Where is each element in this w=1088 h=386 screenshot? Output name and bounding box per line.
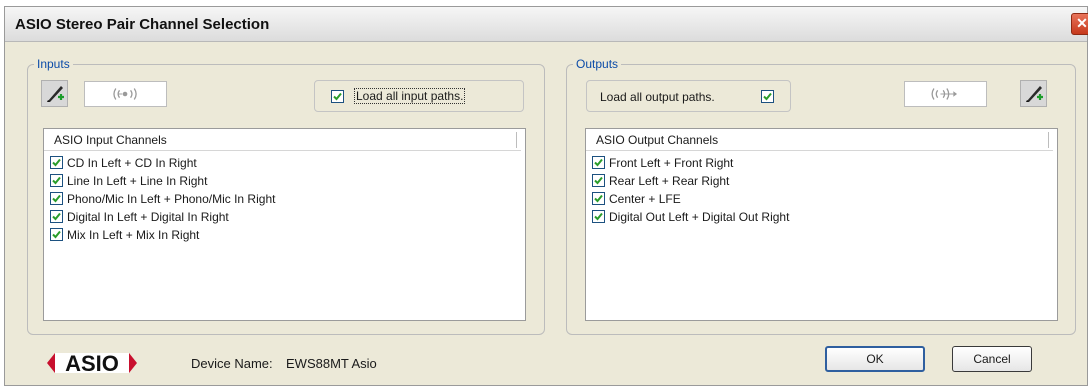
checkmark-icon <box>52 194 61 203</box>
signal-output-icon <box>931 88 958 100</box>
input-channel-label: Digital In Left + Digital In Right <box>67 210 229 224</box>
checkmark-icon <box>52 158 61 167</box>
ok-button[interactable]: OK <box>825 346 925 372</box>
checkmark-icon <box>594 158 603 167</box>
close-button[interactable]: ✕ <box>1071 13 1088 35</box>
checkmark-icon <box>763 92 772 101</box>
outputs-group-label: Outputs <box>576 57 619 71</box>
output-signal-box[interactable] <box>904 81 987 107</box>
output-channel-label: Rear Left + Rear Right <box>609 174 730 188</box>
signal-input-icon <box>113 88 137 100</box>
input-channel-label: CD In Left + CD In Right <box>67 156 197 170</box>
output-channels-header[interactable]: ASIO Output Channels <box>586 129 1053 151</box>
title-bar: ASIO Stereo Pair Channel Selection ✕ <box>5 7 1088 42</box>
dialog-title: ASIO Stereo Pair Channel Selection <box>15 16 270 33</box>
checkmark-icon <box>52 176 61 185</box>
ok-button-label: OK <box>866 352 884 366</box>
output-channels-header-label: ASIO Output Channels <box>596 133 719 147</box>
input-channel-label: Line In Left + Line In Right <box>67 174 208 188</box>
pen-add-icon <box>1026 86 1043 102</box>
pen-add-icon <box>47 86 64 102</box>
cancel-button[interactable]: Cancel <box>952 346 1032 372</box>
input-channel-checkbox[interactable] <box>50 192 63 205</box>
checkmark-icon <box>333 92 342 101</box>
device-name-value: EWS88MT Asio <box>286 356 377 371</box>
output-channel-checkbox[interactable] <box>592 192 605 205</box>
input-channel-checkbox[interactable] <box>50 210 63 223</box>
inputs-group-label: Inputs <box>37 57 70 71</box>
output-channel-label: Digital Out Left + Digital Out Right <box>609 210 790 224</box>
load-all-inputs-box: Load all input paths. <box>314 80 524 112</box>
output-channel-checkbox[interactable] <box>592 174 605 187</box>
device-name-label: Device Name: <box>191 356 273 371</box>
load-all-outputs-label[interactable]: Load all output paths. <box>600 90 715 104</box>
checkmark-icon <box>52 230 61 239</box>
asio-logo: ASIO <box>47 351 137 376</box>
output-channel-label: Center + LFE <box>609 192 681 206</box>
load-all-outputs-box: Load all output paths. <box>586 80 791 112</box>
header-divider <box>516 132 517 148</box>
input-signal-box[interactable] <box>84 81 167 107</box>
input-channel-checkbox[interactable] <box>50 156 63 169</box>
add-input-button[interactable] <box>41 80 68 107</box>
input-channel-label: Phono/Mic In Left + Phono/Mic In Right <box>67 192 276 206</box>
output-channels-list[interactable]: ASIO Output Channels Front Left + Front … <box>585 128 1058 321</box>
input-channels-header[interactable]: ASIO Input Channels <box>44 129 521 151</box>
checkmark-icon <box>594 212 603 221</box>
close-icon: ✕ <box>1076 15 1088 31</box>
load-all-inputs-label[interactable]: Load all input paths. <box>353 88 466 104</box>
checkmark-icon <box>594 194 603 203</box>
add-output-button[interactable] <box>1020 80 1047 107</box>
output-channel-checkbox[interactable] <box>592 156 605 169</box>
input-channels-header-label: ASIO Input Channels <box>54 133 167 147</box>
input-channel-checkbox[interactable] <box>50 228 63 241</box>
output-channel-label: Front Left + Front Right <box>609 156 734 170</box>
dialog-window: ASIO Stereo Pair Channel Selection ✕ Inp… <box>4 6 1088 386</box>
load-all-outputs-checkbox[interactable] <box>761 90 774 103</box>
input-channel-checkbox[interactable] <box>50 174 63 187</box>
input-channels-list[interactable]: ASIO Input Channels CD In Left + CD In R… <box>43 128 526 321</box>
cancel-button-label: Cancel <box>973 352 1011 366</box>
header-divider <box>1048 132 1049 148</box>
checkmark-icon <box>594 176 603 185</box>
input-channel-label: Mix In Left + Mix In Right <box>67 228 200 242</box>
load-all-inputs-checkbox[interactable] <box>331 90 344 103</box>
asio-logo-text: ASIO <box>65 351 119 376</box>
output-channel-checkbox[interactable] <box>592 210 605 223</box>
checkmark-icon <box>52 212 61 221</box>
